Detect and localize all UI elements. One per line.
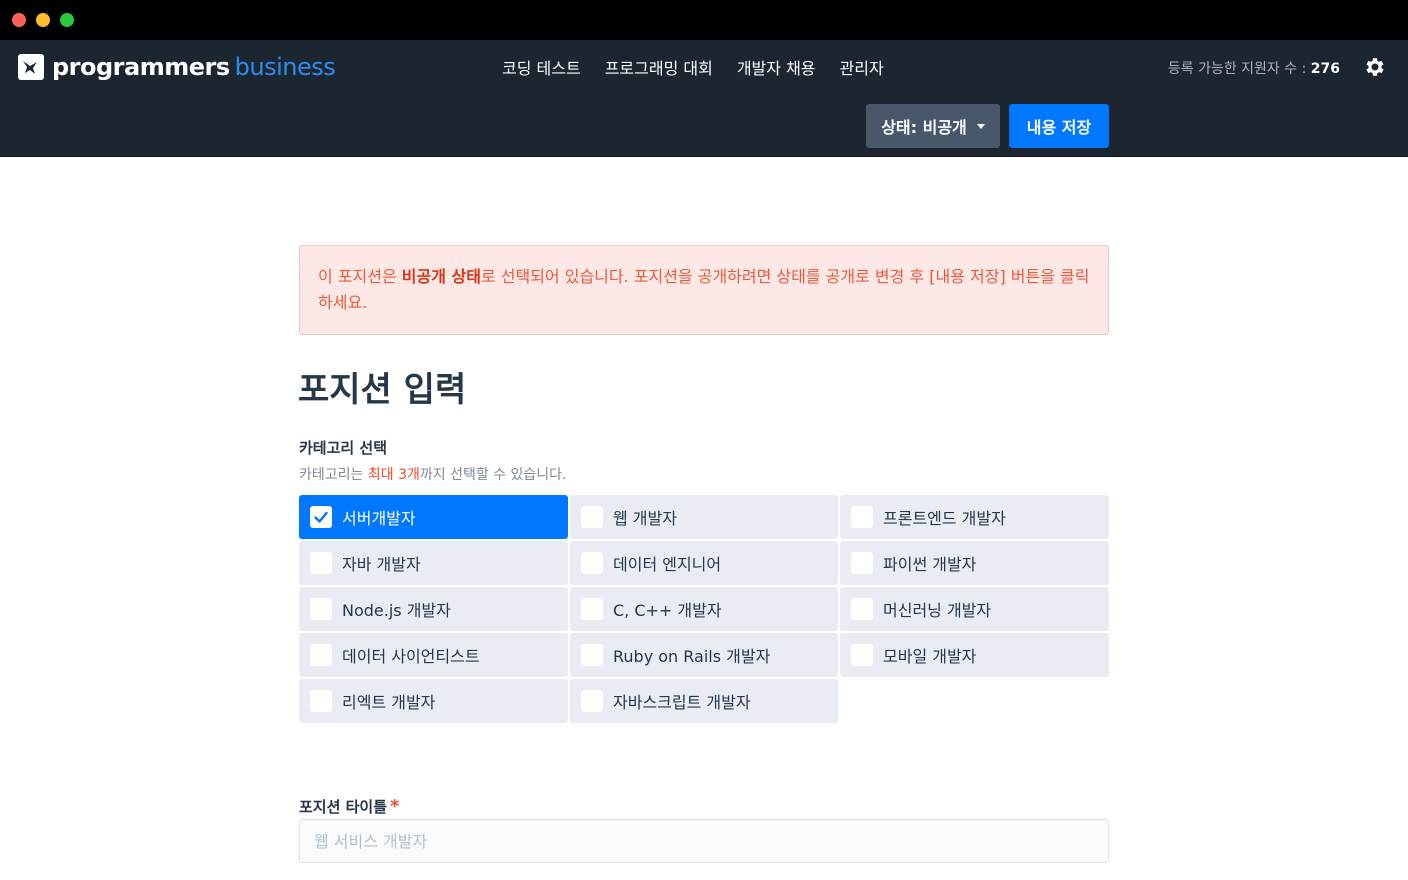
nav-coding-test[interactable]: 코딩 테스트 [502,55,581,79]
category-help: 카테고리는 최대 3개까지 선택할 수 있습니다. [299,464,566,484]
category-option-label: 데이터 사이언티스트 [342,647,480,666]
category-option[interactable]: 리엑트 개발자 [299,679,568,723]
category-option-label: 모바일 개발자 [883,647,977,666]
category-option-label: 머신러닝 개발자 [883,601,992,620]
category-option[interactable]: 자바 개발자 [299,541,568,585]
position-title-label: 포지션 타이틀 * [299,796,399,817]
brand-logo[interactable]: programmers business [18,52,336,82]
checkbox-icon[interactable] [581,644,603,666]
top-header: programmers business 코딩 테스트 프로그래밍 대회 개발자… [0,40,1408,157]
applicants-label: 등록 가능한 지원자 수 : [1167,61,1307,77]
private-status-alert: 이 포지션은 비공개 상태로 선택되어 있습니다. 포지션을 공개하려면 상태를… [299,245,1109,335]
brand-name: programmers [52,53,230,81]
nav-developer-hiring[interactable]: 개발자 채용 [737,55,816,79]
category-option[interactable]: 데이터 사이언티스트 [299,633,568,677]
available-applicants: 등록 가능한 지원자 수 : 276 [1168,58,1340,78]
category-option-label: C, C++ 개발자 [613,601,722,620]
category-help-before: 카테고리는 [299,467,368,483]
checkbox-icon[interactable] [851,506,873,528]
category-option[interactable]: 웹 개발자 [570,495,838,539]
category-option[interactable]: Node.js 개발자 [299,587,568,631]
category-option[interactable]: 서버개발자 [299,495,568,539]
category-option-label: 프론트엔드 개발자 [883,509,1006,528]
maximize-window-button[interactable] [60,13,74,27]
alert-text-before: 이 포지션은 [318,267,402,286]
checkbox-icon[interactable] [310,598,332,620]
category-option[interactable]: C, C++ 개발자 [570,587,838,631]
caret-down-icon [976,123,985,129]
checkbox-icon[interactable] [310,552,332,574]
minimize-window-button[interactable] [36,13,50,27]
category-option-label: 데이터 엔지니어 [613,555,722,574]
checkbox-icon[interactable] [581,552,603,574]
required-mark: * [390,796,400,817]
category-option-label: Ruby on Rails 개발자 [613,647,771,666]
alert-text-bold: 비공개 상태 [401,267,481,286]
category-option[interactable]: Ruby on Rails 개발자 [570,633,838,677]
category-grid: 서버개발자 웹 개발자 프론트엔드 개발자자바 개발자 데이터 엔지니어 파이썬 개발자… [299,495,1109,723]
checkbox-icon[interactable] [581,506,603,528]
window-titlebar [0,0,1408,40]
save-content-button[interactable]: 내용 저장 [1009,104,1109,148]
nav-programming-contest[interactable]: 프로그래밍 대회 [605,55,713,79]
category-option-label: 리엑트 개발자 [342,693,436,712]
checkbox-icon[interactable] [851,644,873,666]
main-nav: 코딩 테스트 프로그래밍 대회 개발자 채용 관리자 [502,55,908,79]
category-label: 카테고리 선택 [299,439,388,457]
position-title-label-text: 포지션 타이틀 [299,798,388,816]
nav-admin[interactable]: 관리자 [840,55,884,79]
close-window-button[interactable] [12,13,26,27]
category-option-label: 자바 개발자 [342,555,421,574]
gear-icon[interactable] [1363,55,1387,79]
status-label: 상태: 비공개 [881,118,967,137]
checkbox-icon[interactable] [851,598,873,620]
category-option[interactable]: 프론트엔드 개발자 [840,495,1109,539]
programmers-logo-icon [18,54,44,80]
checkbox-icon[interactable] [310,690,332,712]
category-option[interactable]: 모바일 개발자 [840,633,1109,677]
category-option-label: 서버개발자 [342,509,416,528]
checkbox-icon[interactable] [581,690,603,712]
category-option[interactable]: 파이썬 개발자 [840,541,1109,585]
brand-sub: business [234,53,336,81]
category-option-label: 웹 개발자 [613,509,677,528]
applicants-count: 276 [1310,61,1340,77]
position-title-input[interactable] [299,819,1109,863]
status-dropdown-button[interactable]: 상태: 비공개 [866,104,1000,148]
category-help-after: 까지 선택할 수 있습니다. [419,467,567,483]
category-option-label: 파이썬 개발자 [883,555,977,574]
category-option[interactable]: 자바스크립트 개발자 [570,679,838,723]
checkbox-icon[interactable] [581,598,603,620]
category-option[interactable]: 데이터 엔지니어 [570,541,838,585]
checkbox-icon[interactable] [851,552,873,574]
checkbox-checked-icon[interactable] [310,506,332,528]
category-help-limit: 최대 3개 [367,467,420,483]
category-option-label: Node.js 개발자 [342,601,451,620]
category-option-label: 자바스크립트 개발자 [613,693,751,712]
checkbox-icon[interactable] [310,644,332,666]
category-option[interactable]: 머신러닝 개발자 [840,587,1109,631]
page-title: 포지션 입력 [298,370,467,410]
